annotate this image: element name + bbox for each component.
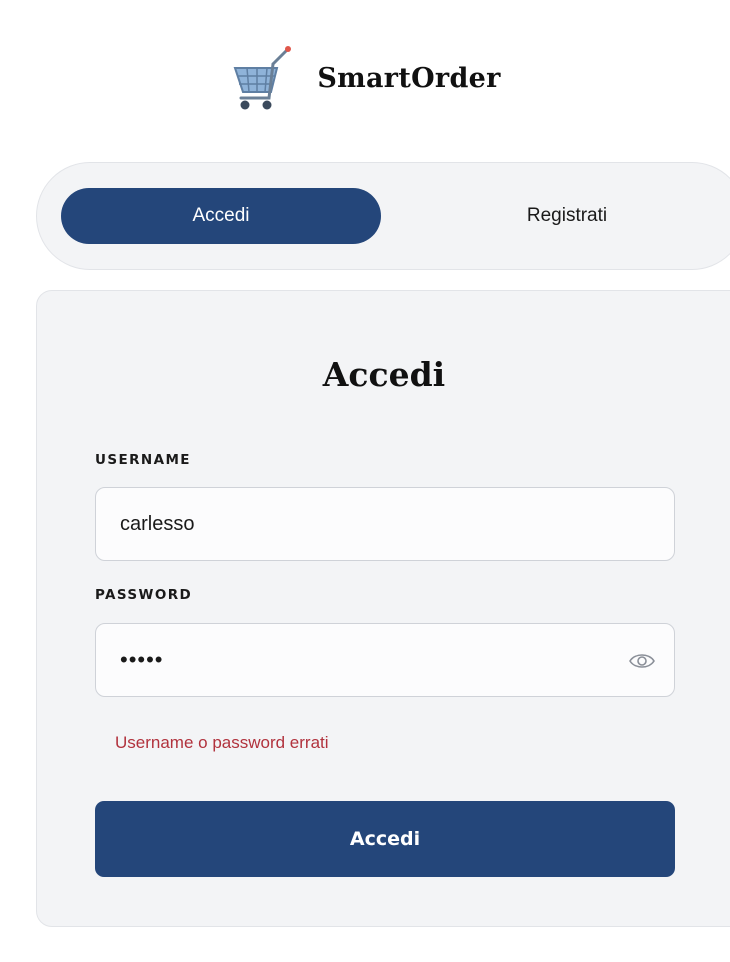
tab-login[interactable]: Accedi (61, 188, 381, 244)
password-field-wrapper (95, 623, 675, 697)
login-title: Accedi (322, 355, 446, 394)
username-input[interactable] (96, 488, 674, 560)
login-submit-button[interactable]: Accedi (95, 801, 675, 877)
password-input[interactable] (96, 624, 674, 696)
tab-register[interactable]: Registrati (407, 188, 727, 244)
login-error-message: Username o password errati (115, 733, 329, 752)
password-label: PASSWORD (95, 587, 193, 603)
brand-name: SmartOrder (317, 62, 501, 94)
eye-icon[interactable] (628, 648, 656, 674)
login-page: SmartOrder Accedi Registrati Accedi USER… (0, 0, 730, 962)
auth-tabs: Accedi Registrati (36, 162, 730, 270)
login-card: Accedi USERNAME PASSWORD Username o pass… (36, 290, 730, 927)
shopping-cart-icon (233, 46, 292, 110)
username-field-wrapper (95, 487, 675, 561)
brand-header: SmartOrder (0, 42, 730, 114)
username-label: USERNAME (95, 452, 191, 468)
